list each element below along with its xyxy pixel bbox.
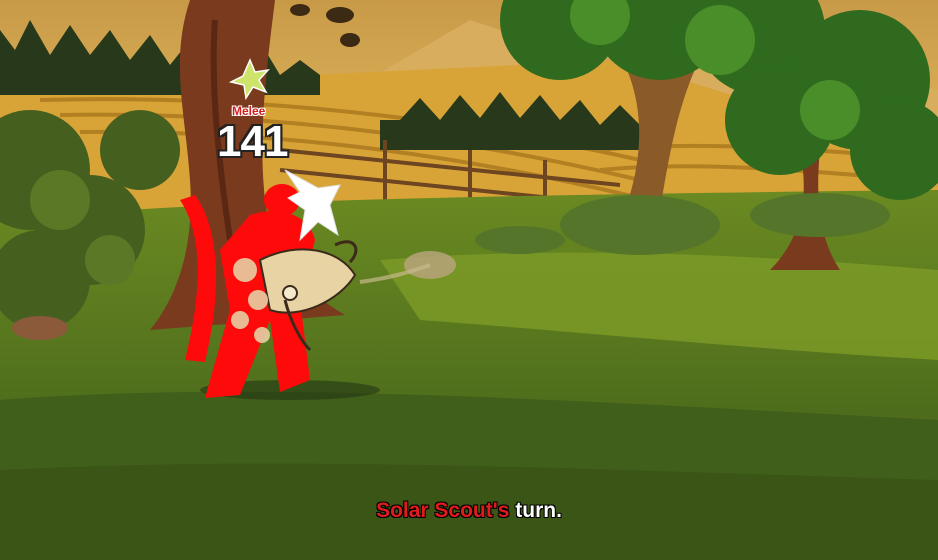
turn-actor-name: Solar Scout's [376,499,510,522]
rock [12,316,68,340]
turn-status: Solar Scout's turn. [0,499,938,523]
turn-suffix: turn. [509,499,562,522]
scene-background [0,0,938,560]
battle-scene: Melee 141 Solar Scout's turn. [0,0,938,560]
hit-type-label: Melee [232,104,266,118]
damage-number: 141 [217,117,288,166]
